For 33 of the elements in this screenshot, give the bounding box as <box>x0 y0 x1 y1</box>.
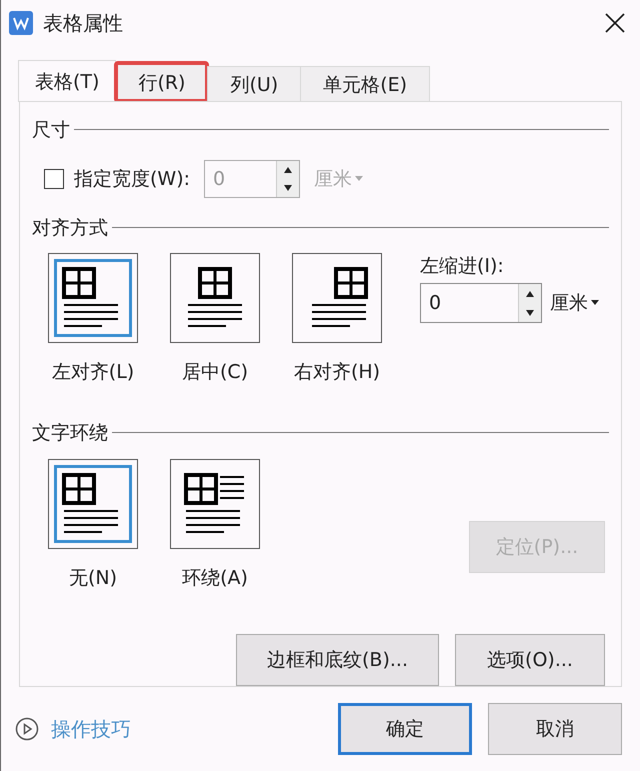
cancel-button[interactable]: 取消 <box>488 703 622 755</box>
dialog-button[interactable]: 选项(O)... <box>455 634 605 686</box>
up-arrow-icon[interactable] <box>525 290 535 297</box>
section-heading: 对齐方式 <box>32 216 108 241</box>
tab[interactable]: 列(U) <box>207 66 302 102</box>
indent-label: 左缩进(I): <box>420 254 505 280</box>
tab[interactable]: 表格(T) <box>18 60 116 102</box>
option-tile[interactable] <box>292 253 382 344</box>
option-tile[interactable] <box>170 458 260 549</box>
indent-spin-field[interactable]: 0 <box>420 283 542 324</box>
section-heading: 文字环绕 <box>32 420 108 446</box>
dialog-button[interactable]: 边框和底纹(B)... <box>236 634 439 686</box>
ok-button[interactable]: 确定 <box>338 703 472 755</box>
option-label: 无(N) <box>68 566 118 591</box>
option-tile[interactable] <box>48 458 138 549</box>
down-arrow-icon[interactable] <box>525 310 535 316</box>
window-title: 表格属性 <box>43 10 123 36</box>
tab[interactable]: 单元格(E) <box>300 66 430 102</box>
option-tile[interactable] <box>170 253 260 344</box>
caret-icon <box>590 300 600 306</box>
caret-icon <box>354 176 364 182</box>
width-checkbox[interactable]: 指定宽度(W): <box>44 166 190 192</box>
tab[interactable]: 行(R) <box>115 62 208 102</box>
app-logo-icon <box>9 11 33 35</box>
play-icon <box>15 717 39 741</box>
option-label: 居中(C) <box>182 360 248 386</box>
option-label: 环绕(A) <box>182 566 248 591</box>
unit-dropdown[interactable]: 厘米 <box>550 290 600 316</box>
option-label: 右对齐(H) <box>294 360 380 386</box>
option-tile[interactable] <box>48 253 138 344</box>
section-heading: 尺寸 <box>32 118 70 143</box>
option-label: 左对齐(L) <box>52 360 134 386</box>
close-icon[interactable] <box>604 12 626 34</box>
